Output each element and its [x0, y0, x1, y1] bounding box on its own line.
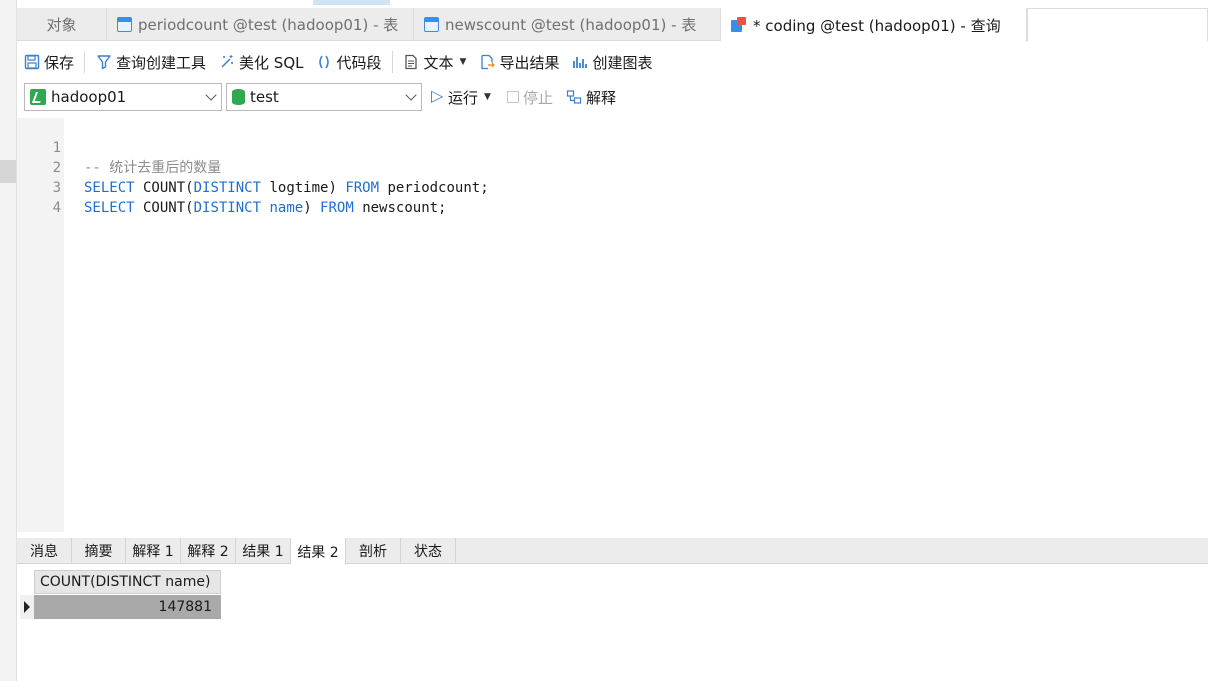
sql-keyword: FROM — [320, 200, 354, 216]
column-header-label: COUNT(DISTINCT name) — [40, 574, 211, 590]
tab-summary[interactable]: 摘要 — [72, 538, 126, 564]
tab-periodcount-table[interactable]: periodcount @test (hadoop01) - 表 — [107, 8, 414, 41]
parentheses-icon — [316, 54, 333, 71]
sql-statement: SELECT COUNT(DISTINCT name) FROM newscou… — [84, 198, 446, 218]
editor-line: 2 SELECT COUNT(DISTINCT logtime) FROM pe… — [17, 138, 1208, 196]
export-result-button[interactable]: 导出结果 — [472, 48, 565, 76]
editor-line: 1 -- 统计去重后的数量 — [17, 118, 1208, 176]
sql-keyword: name — [269, 200, 304, 216]
editor-line: 4 — [17, 178, 1208, 216]
beautify-sql-button[interactable]: 美化 SQL — [212, 48, 309, 76]
left-panel-strip — [0, 0, 17, 681]
stop-icon — [507, 91, 519, 103]
database-icon — [232, 89, 245, 105]
chevron-down-icon — [205, 89, 217, 101]
tab-periodcount-label: periodcount @test (hadoop01) - 表 — [138, 16, 399, 34]
run-button[interactable]: 运行 ▼ — [431, 83, 491, 111]
run-label: 运行 — [448, 88, 479, 107]
query-builder-button[interactable]: 查询创建工具 — [89, 48, 212, 76]
tab-explain-1[interactable]: 解释 1 — [126, 538, 181, 564]
query-toolbar: 保存 查询创建工具 美化 SQL 代码段 文本 ▼ 导出结果 创建图表 — [17, 46, 1208, 78]
tab-label: 摘要 — [84, 544, 113, 560]
stop-label: 停止 — [523, 88, 554, 107]
text-button[interactable]: 文本 ▼ — [397, 48, 473, 76]
tab-label: 结果 1 — [242, 544, 284, 560]
query-builder-icon — [95, 54, 112, 71]
sql-text: newscount; — [353, 200, 447, 216]
column-header[interactable]: COUNT(DISTINCT name) — [34, 570, 221, 594]
tab-label: 剖析 — [359, 544, 387, 560]
tab-label: 消息 — [30, 544, 58, 560]
database-select-value: test — [250, 88, 279, 106]
tab-coding-label: * coding @test (hadoop01) - 查询 — [753, 16, 1001, 35]
row-indicator-icon[interactable] — [20, 595, 34, 619]
create-chart-button[interactable]: 创建图表 — [565, 48, 658, 76]
tab-result-2[interactable]: 结果 2 — [291, 538, 346, 565]
create-chart-label: 创建图表 — [592, 53, 653, 72]
navicat-query-window: 对象 periodcount @test (hadoop01) - 表 news… — [0, 0, 1208, 681]
connection-bar: hadoop01 test 运行 ▼ 停止 解释 — [17, 82, 1208, 114]
result-cell-value: 147881 — [158, 599, 212, 615]
result-tab-bar: 消息 摘要 解释 1 解释 2 结果 1 结果 2 剖析 状态 — [17, 538, 1208, 565]
tab-label: 状态 — [414, 544, 442, 560]
query-icon — [731, 17, 747, 33]
text-label: 文本 — [423, 53, 454, 72]
tab-result-1[interactable]: 结果 1 — [236, 538, 291, 564]
tab-messages[interactable]: 消息 — [17, 538, 72, 564]
save-icon — [23, 54, 40, 71]
code-snippet-button[interactable]: 代码段 — [310, 48, 388, 76]
tab-explain-2[interactable]: 解释 2 — [181, 538, 236, 564]
toolbar-divider — [84, 51, 86, 73]
tab-bar-empty-area — [1027, 8, 1208, 41]
magic-wand-icon — [218, 54, 235, 71]
code-snippet-label: 代码段 — [336, 53, 382, 72]
save-label: 保存 — [44, 53, 75, 72]
tab-label: 解释 1 — [132, 544, 174, 560]
tab-profile[interactable]: 剖析 — [346, 538, 401, 564]
database-select[interactable]: test — [226, 83, 422, 111]
table-icon — [424, 17, 439, 32]
save-button[interactable]: 保存 — [17, 48, 80, 76]
editor-line: 3 SELECT COUNT(DISTINCT name) FROM newsc… — [17, 158, 1208, 216]
export-icon — [478, 54, 495, 71]
tab-newscount-label: newscount @test (hadoop01) - 表 — [445, 16, 697, 34]
beautify-sql-label: 美化 SQL — [239, 53, 304, 72]
tab-newscount-table[interactable]: newscount @test (hadoop01) - 表 — [414, 8, 721, 41]
document-tab-bar: 对象 periodcount @test (hadoop01) - 表 news… — [17, 8, 1208, 42]
chevron-down-icon: ▼ — [484, 92, 491, 102]
tab-objects[interactable]: 对象 — [17, 8, 107, 41]
query-builder-label: 查询创建工具 — [116, 53, 207, 72]
stop-button[interactable]: 停止 — [507, 83, 553, 111]
document-icon — [403, 54, 420, 71]
result-cell[interactable]: 147881 — [34, 595, 221, 619]
top-highlight — [313, 0, 390, 5]
sql-keyword: SELECT — [84, 200, 135, 216]
explain-icon — [565, 89, 582, 106]
toolbar-divider — [391, 51, 393, 73]
connection-select[interactable]: hadoop01 — [24, 83, 222, 111]
explain-label: 解释 — [586, 88, 617, 107]
play-icon — [431, 86, 444, 105]
tab-label: 解释 2 — [187, 544, 229, 560]
table-icon — [117, 17, 132, 32]
explain-button[interactable]: 解释 — [565, 83, 616, 111]
bar-chart-icon — [571, 54, 588, 71]
connection-select-value: hadoop01 — [51, 88, 127, 106]
sql-text: ) — [303, 200, 321, 216]
tab-objects-label: 对象 — [46, 16, 77, 34]
connection-icon — [30, 89, 46, 105]
line-number: 4 — [52, 200, 61, 216]
left-panel-marker — [0, 160, 16, 183]
chevron-down-icon: ▼ — [459, 57, 467, 67]
chevron-down-icon — [405, 89, 417, 101]
sql-keyword: DISTINCT — [193, 200, 262, 216]
sql-text: COUNT( — [134, 200, 194, 216]
tab-status[interactable]: 状态 — [401, 538, 456, 564]
export-result-label: 导出结果 — [499, 53, 560, 72]
tab-label: 结果 2 — [297, 544, 339, 561]
tab-coding-query[interactable]: * coding @test (hadoop01) - 查询 — [721, 8, 1027, 42]
sql-editor[interactable]: 1 -- 统计去重后的数量 2 SELECT COUNT(DISTINCT lo… — [17, 118, 1208, 532]
